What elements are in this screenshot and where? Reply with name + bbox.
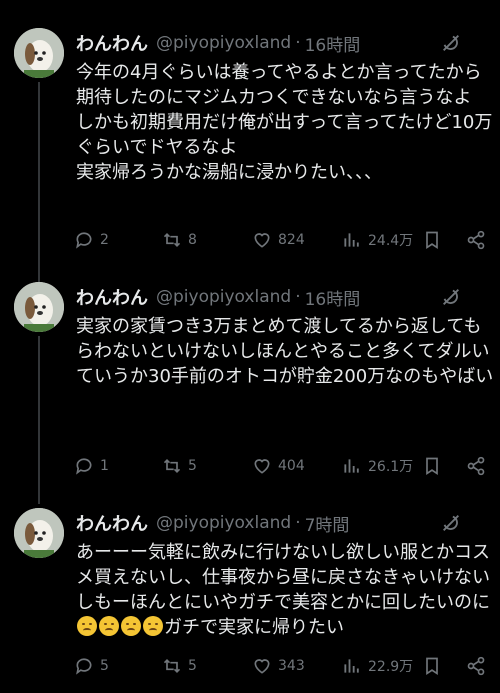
reply-icon <box>76 458 92 475</box>
bookmark-button[interactable] <box>422 654 442 678</box>
smiling-face-with-tear-icon <box>77 616 97 636</box>
avatar[interactable] <box>14 282 64 332</box>
action-bar: 5 5 343 22.9万 <box>74 654 494 678</box>
display-name[interactable]: わんわん <box>76 30 148 56</box>
repost-button[interactable]: 5 <box>162 654 197 678</box>
timestamp[interactable]: 7時間 <box>305 511 350 536</box>
tweet-header: わんわん @piyopiyoxland · 16時間 <box>76 284 490 310</box>
view-count: 24.4万 <box>368 233 414 249</box>
share-icon <box>467 456 485 476</box>
heart-icon <box>254 233 270 248</box>
repost-count: 8 <box>188 232 197 248</box>
display-name[interactable]: わんわん <box>76 284 148 310</box>
tweet-text-part: ガチで実家に帰りたい <box>164 617 344 638</box>
repost-icon <box>163 232 181 248</box>
analytics-icon <box>344 659 359 673</box>
repost-icon <box>163 458 181 474</box>
repost-icon <box>163 658 181 674</box>
share-icon <box>467 230 485 250</box>
analytics-icon <box>344 459 359 473</box>
tweet-2[interactable]: わんわん @piyopiyoxland · 16時間 実家の家賃つき3万まとめて… <box>0 282 500 504</box>
like-button[interactable]: 343 <box>252 654 305 678</box>
share-icon <box>467 656 485 676</box>
like-count: 343 <box>278 658 305 674</box>
tweet-text: 今年の4月ぐらいは養ってやるよとか言ってたから期待したのにマジムカつくできないな… <box>76 62 493 183</box>
smiling-face-with-tear-icon <box>121 616 141 636</box>
heart-icon <box>254 659 270 674</box>
reply-button[interactable]: 2 <box>74 228 109 252</box>
tweet-3[interactable]: わんわん @piyopiyoxland · 7時間 あーーー気軽に飲みに行けない… <box>0 508 500 693</box>
reply-icon <box>76 232 92 249</box>
grok-icon[interactable] <box>440 512 462 534</box>
reply-count: 5 <box>100 658 109 674</box>
views-button[interactable]: 26.1万 <box>342 454 413 478</box>
reply-button[interactable]: 1 <box>74 454 109 478</box>
views-button[interactable]: 22.9万 <box>342 654 413 678</box>
tweet-header: わんわん @piyopiyoxland · 16時間 <box>76 30 490 56</box>
share-button[interactable] <box>466 654 486 678</box>
timestamp[interactable]: 16時間 <box>305 31 361 56</box>
tweet-text: あーーー気軽に飲みに行けないし欲しい服とかコスメ買えないし、仕事夜から昼に戻さな… <box>76 540 496 640</box>
bookmark-icon <box>426 657 438 676</box>
separator-dot: · <box>295 513 301 533</box>
bookmark-button[interactable] <box>422 454 442 478</box>
user-handle[interactable]: @piyopiyoxland <box>156 33 291 53</box>
view-count: 22.9万 <box>368 659 414 675</box>
heart-icon <box>254 459 270 474</box>
share-button[interactable] <box>466 454 486 478</box>
reply-count: 2 <box>100 232 109 248</box>
reply-count: 1 <box>100 458 109 474</box>
tweet-text-part: あーーー気軽に飲みに行けないし欲しい服とかコスメ買えないし、仕事夜から昼に戻さな… <box>76 542 490 613</box>
grok-icon[interactable] <box>440 32 462 54</box>
bookmark-icon <box>426 457 438 476</box>
tweet-1[interactable]: わんわん @piyopiyoxland · 16時間 今年の4月ぐらいは養ってや… <box>0 28 500 318</box>
analytics-icon <box>344 233 359 247</box>
like-count: 404 <box>278 458 305 474</box>
bookmark-icon <box>426 231 438 250</box>
repost-button[interactable]: 8 <box>162 228 197 252</box>
bookmark-button[interactable] <box>422 228 442 252</box>
tweet-text: 実家の家賃つき3万まとめて渡してるから返してもらわないといけないしほんとやること… <box>76 316 494 387</box>
user-handle[interactable]: @piyopiyoxland <box>156 287 291 307</box>
display-name[interactable]: わんわん <box>76 510 148 536</box>
smiling-face-with-tear-icon <box>143 616 163 636</box>
avatar[interactable] <box>14 508 64 558</box>
reply-icon <box>76 658 92 675</box>
separator-dot: · <box>295 287 301 307</box>
tweet-header: わんわん @piyopiyoxland · 7時間 <box>76 510 490 536</box>
timestamp[interactable]: 16時間 <box>305 285 361 310</box>
repost-count: 5 <box>188 658 197 674</box>
grok-icon[interactable] <box>440 286 462 308</box>
repost-button[interactable]: 5 <box>162 454 197 478</box>
share-button[interactable] <box>466 228 486 252</box>
like-button[interactable]: 824 <box>252 228 305 252</box>
action-bar: 2 8 824 24.4万 <box>74 228 494 252</box>
reply-button[interactable]: 5 <box>74 654 109 678</box>
separator-dot: · <box>295 33 301 53</box>
view-count: 26.1万 <box>368 459 414 475</box>
thread-line <box>38 336 40 504</box>
views-button[interactable]: 24.4万 <box>342 228 413 252</box>
avatar[interactable] <box>14 28 64 78</box>
repost-count: 5 <box>188 458 197 474</box>
like-count: 824 <box>278 232 305 248</box>
like-button[interactable]: 404 <box>252 454 305 478</box>
smiling-face-with-tear-icon <box>99 616 119 636</box>
action-bar: 1 5 404 26.1万 <box>74 454 494 478</box>
user-handle[interactable]: @piyopiyoxland <box>156 513 291 533</box>
